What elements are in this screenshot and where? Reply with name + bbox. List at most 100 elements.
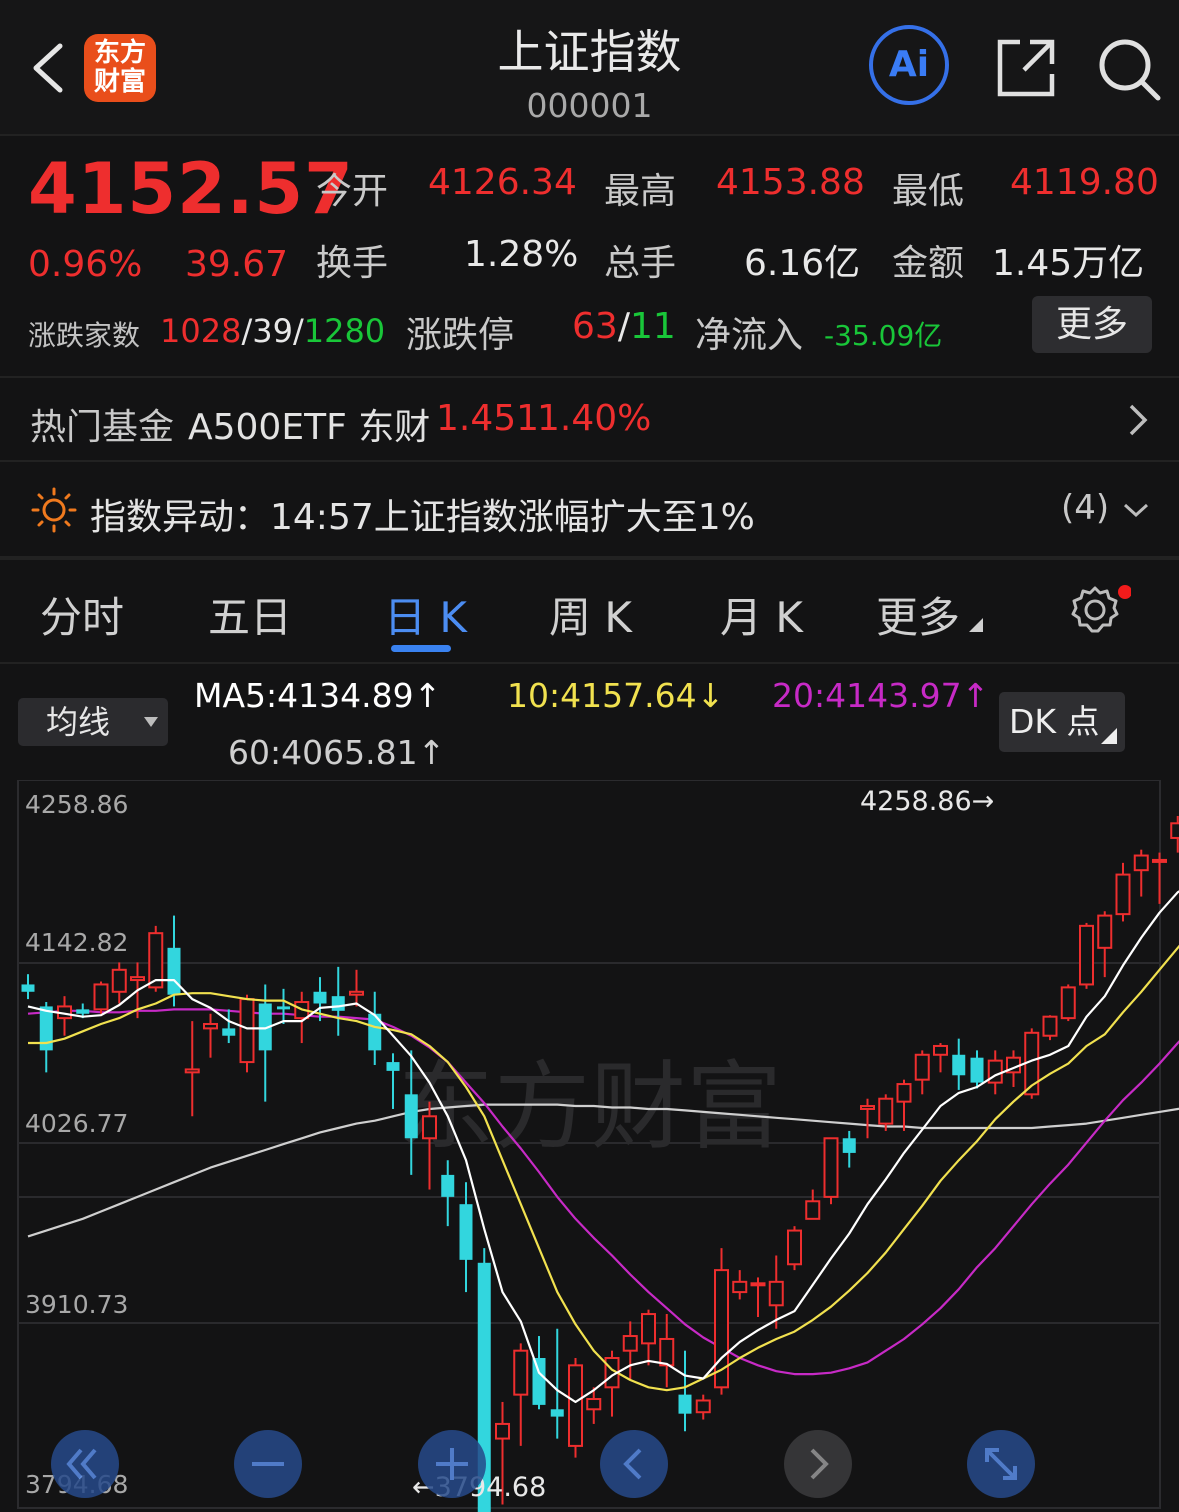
candle (641, 1313, 656, 1345)
volume-label: 总手 (604, 243, 677, 284)
low-value: 4119.80 (1010, 162, 1159, 203)
open-value: 4126.34 (428, 162, 577, 203)
candle (860, 1105, 875, 1110)
change-amount: 39.67 (185, 244, 289, 285)
hot-fund-name: A500ETF 东财 (188, 407, 431, 448)
dropdown-caret-icon (144, 717, 158, 727)
candle (386, 1062, 400, 1071)
zoom-in-button[interactable] (418, 1430, 486, 1498)
active-tab-indicator (391, 645, 451, 652)
fullscreen-button[interactable] (967, 1430, 1035, 1498)
candle (459, 1204, 473, 1260)
candle (568, 1364, 583, 1447)
high-label: 最高 (604, 171, 677, 212)
corner-triangle-icon (969, 618, 984, 632)
candle (313, 991, 327, 1004)
candle (513, 1349, 529, 1396)
candle (914, 1053, 930, 1081)
candle (1060, 986, 1076, 1020)
turnover-label: 换手 (316, 243, 389, 284)
zoom-out-button[interactable] (234, 1430, 302, 1498)
top-bar: 东方 财富 上证指数 000001 Ai (0, 0, 1179, 136)
candle (805, 1200, 821, 1220)
share-icon[interactable] (994, 36, 1058, 100)
candle (239, 998, 255, 1064)
notification-dot (1118, 585, 1131, 599)
hot-fund-price: 1.451 (436, 398, 540, 439)
candle (441, 1174, 455, 1197)
candle (404, 1094, 418, 1139)
candle (970, 1057, 984, 1083)
tab-daily-k[interactable]: 日 K (384, 584, 467, 645)
sun-alert-icon (31, 487, 77, 533)
double-chevron-left-icon (66, 1448, 97, 1480)
candle (21, 984, 35, 992)
ma10-value: 10:4157.64↓ (507, 676, 725, 715)
net-inflow-label: 净流入 (695, 315, 804, 356)
dk-point-button[interactable]: DK 点 (999, 692, 1125, 752)
expand-icon (985, 1448, 1017, 1480)
candle (1097, 914, 1113, 949)
candle (422, 1115, 437, 1140)
candle (1079, 924, 1094, 986)
candle (695, 1399, 711, 1414)
tab-more[interactable]: 更多 (876, 584, 984, 645)
breadth-label: 涨跌家数 (28, 319, 141, 352)
candle (842, 1138, 856, 1153)
ma5-value: MA5:4134.89↑ (194, 676, 442, 715)
ai-button[interactable]: Ai (869, 25, 949, 105)
chevron-right-icon (810, 1448, 829, 1480)
candle (823, 1137, 839, 1198)
open-label: 今开 (316, 171, 389, 212)
scroll-right-button[interactable] (784, 1430, 852, 1498)
tab-monthly-k[interactable]: 月 K (720, 584, 803, 645)
more-quote-button[interactable]: 更多 (1032, 296, 1152, 353)
limit-values: 63/11 (572, 306, 676, 347)
change-percent: 0.96% (28, 244, 143, 285)
candle (896, 1083, 912, 1103)
candle (750, 1282, 766, 1287)
candle (349, 990, 364, 996)
candle (1042, 1015, 1058, 1037)
net-inflow-value: -35.09亿 (824, 319, 943, 352)
indicator-select[interactable]: 均线 (18, 698, 168, 746)
candle (76, 1009, 90, 1014)
hot-fund-label: 热门基金 (30, 407, 175, 448)
chevron-right-icon (1129, 404, 1148, 436)
chevron-down-icon[interactable] (1122, 500, 1150, 520)
search-icon[interactable] (1096, 36, 1164, 102)
hot-fund-pct: 1.40% (537, 398, 652, 439)
max-price-label: 4258.86→ (860, 786, 994, 817)
candle (586, 1398, 602, 1411)
candle (678, 1394, 692, 1414)
index-alert-row[interactable]: 指数异动：14:57上证指数涨幅扩大至1% (4) (0, 462, 1179, 556)
candle (1115, 873, 1131, 916)
candle (167, 947, 181, 995)
hot-fund-row[interactable]: 热门基金 A500ETF 东财 1.451 1.40% (0, 378, 1179, 460)
scroll-left-button[interactable] (600, 1430, 668, 1498)
candle (732, 1280, 748, 1294)
candle (130, 976, 145, 982)
candle (1170, 822, 1179, 839)
tab-five-day[interactable]: 五日 (208, 584, 292, 645)
tab-intraday[interactable]: 分时 (40, 584, 124, 645)
candle (532, 1358, 546, 1405)
candle (222, 1028, 236, 1036)
ai-icon: Ai (888, 44, 930, 85)
alert-count: (4) (1061, 488, 1110, 528)
turnover-value: 1.28% (464, 234, 579, 275)
scroll-left-fast-button[interactable] (51, 1430, 119, 1498)
candle (1152, 858, 1167, 863)
plus-icon (436, 1448, 468, 1480)
tab-weekly-k[interactable]: 周 K (549, 584, 632, 645)
limit-label: 涨跌停 (406, 315, 515, 356)
kline-chart[interactable]: 东方财富 4258.86→ ←3794.68 (0, 780, 1179, 1512)
chevron-left-icon (623, 1448, 642, 1480)
candle (203, 1023, 218, 1030)
amount-value: 1.45万亿 (992, 243, 1145, 284)
alert-text: 指数异动：14:57上证指数涨幅扩大至1% (90, 497, 755, 538)
candle (111, 968, 127, 993)
candle (331, 996, 345, 1011)
settings-gear-icon[interactable] (1069, 584, 1131, 636)
y-label: 4026.77 (25, 1109, 129, 1138)
